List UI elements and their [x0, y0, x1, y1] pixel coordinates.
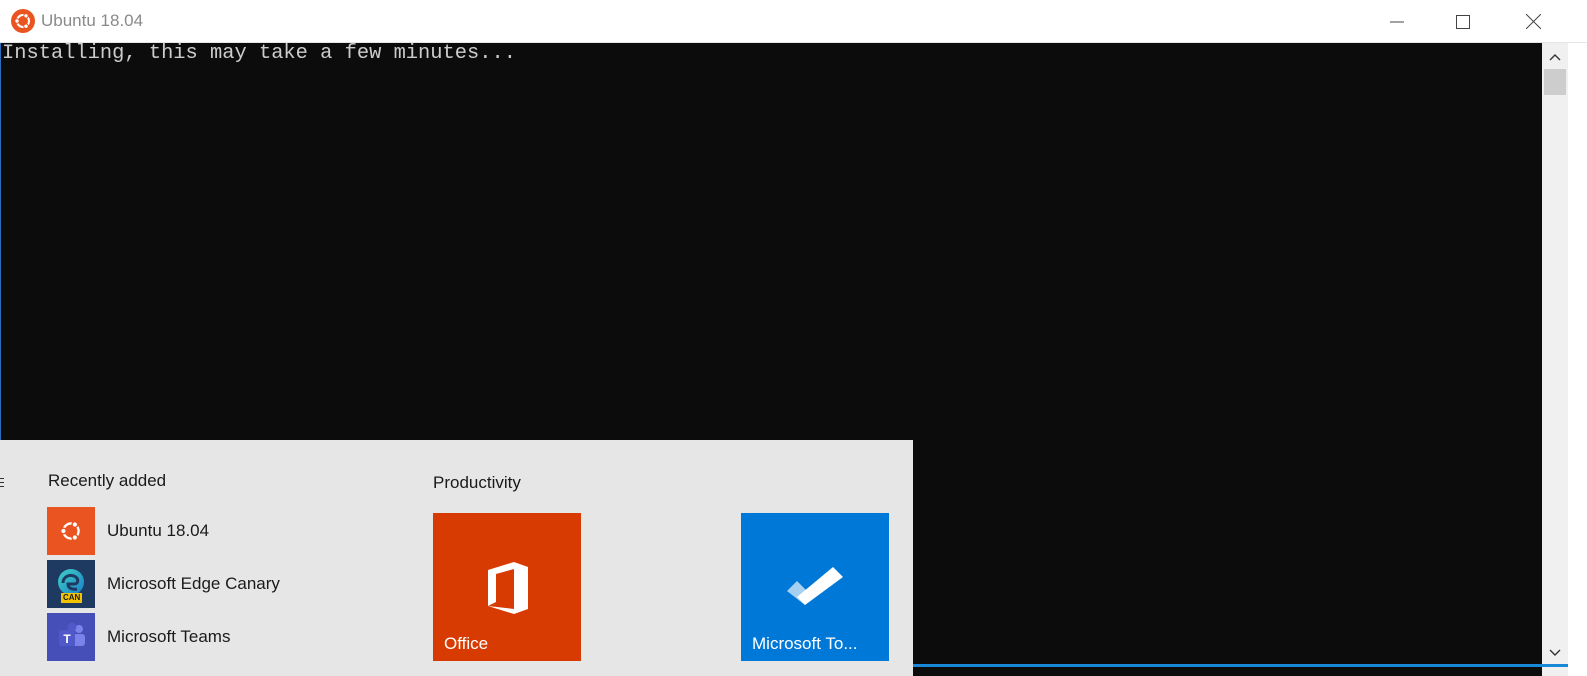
scroll-thumb[interactable]	[1544, 69, 1566, 95]
minimize-button[interactable]	[1364, 0, 1430, 43]
ubuntu-icon	[11, 9, 35, 33]
window-titlebar: Ubuntu 18.04	[0, 0, 1587, 43]
recently-added-heading: Recently added	[48, 471, 167, 490]
tile-office[interactable]: Office	[433, 513, 581, 661]
teams-icon: T	[47, 613, 95, 661]
minimize-icon	[1390, 21, 1404, 22]
svg-text:T: T	[63, 632, 71, 646]
expand-menu-icon[interactable]	[0, 476, 4, 488]
scroll-down-button[interactable]	[1542, 643, 1568, 663]
canary-badge: CAN	[61, 593, 83, 603]
productivity-heading: Productivity	[433, 473, 521, 492]
close-icon	[1525, 14, 1541, 29]
tile-microsoft-todo[interactable]: Microsoft To...	[741, 513, 889, 661]
scroll-up-button[interactable]	[1542, 47, 1568, 67]
tile-label: Microsoft To...	[752, 634, 858, 653]
app-list-item-edge-canary[interactable]: CAN Microsoft Edge Canary	[47, 560, 377, 608]
close-button[interactable]	[1500, 0, 1566, 43]
ubuntu-icon	[47, 507, 95, 555]
start-menu: Recently added Ubuntu 18.04 CAN Microsof…	[0, 440, 913, 676]
taskbar-accent-line	[913, 664, 1568, 667]
maximize-button[interactable]	[1430, 0, 1496, 43]
chevron-up-icon	[1549, 54, 1561, 61]
todo-check-icon	[787, 567, 843, 605]
chevron-down-icon	[1549, 649, 1561, 656]
app-list-item-label: Ubuntu 18.04	[107, 521, 210, 540]
app-list-item-teams[interactable]: T Microsoft Teams	[47, 613, 377, 661]
terminal-line: Installing, this may take a few minutes.…	[2, 42, 516, 65]
edge-canary-icon: CAN	[47, 560, 95, 608]
app-list-item-ubuntu[interactable]: Ubuntu 18.04	[47, 507, 377, 555]
office-icon	[488, 562, 528, 614]
vertical-scrollbar[interactable]	[1542, 43, 1568, 676]
window-border	[1568, 43, 1587, 676]
app-list-item-label: Microsoft Teams	[107, 627, 231, 646]
app-list-item-label: Microsoft Edge Canary	[107, 574, 280, 593]
maximize-icon	[1456, 14, 1470, 29]
window-title: Ubuntu 18.04	[41, 11, 144, 30]
tile-label: Office	[444, 634, 489, 653]
